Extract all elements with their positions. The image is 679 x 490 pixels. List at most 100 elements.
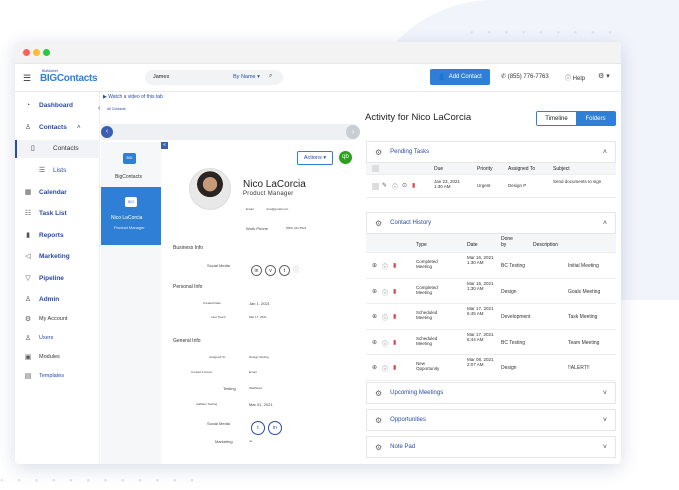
col-done-by[interactable]: Done by <box>501 236 515 248</box>
upcoming-meetings-header[interactable]: ⚙ Upcoming Meetings ˅ <box>366 382 616 404</box>
col-subject[interactable]: Subject <box>553 166 570 172</box>
table-row[interactable]: ✎ ⓘ ⊙ ▮ Jan 23, 2021 1:30 AM Urgent Desi… <box>366 175 616 198</box>
search-mode-select[interactable]: By Name ▾ <box>233 74 260 80</box>
row-checkbox[interactable] <box>372 183 379 190</box>
selected-contact-card[interactable]: BIG Nico LaCorcia Product Manager <box>101 187 161 245</box>
info-icon[interactable]: ⓘ <box>382 288 388 297</box>
actions-dropdown[interactable]: Actions ▾ <box>297 151 333 165</box>
logo[interactable]: BIGContacts <box>40 73 98 84</box>
search-bar[interactable]: James By Name ▾ ⌕ <box>145 70 283 85</box>
pending-tasks-header[interactable]: ⚙ Pending Tasks ˄ <box>366 141 616 163</box>
help-link[interactable]: ⓘ Help <box>565 73 585 82</box>
sidebar-item-contacts[interactable]: ♙ Contacts ˄ <box>23 120 81 134</box>
filter-icon: ▽ <box>25 275 31 282</box>
list-icon: ☰ <box>38 167 46 174</box>
maximize-dot[interactable] <box>43 49 50 56</box>
delete-icon[interactable]: ▮ <box>393 313 396 320</box>
vimeo-icon[interactable]: v <box>265 265 276 276</box>
sidebar-sub-label: Contacts <box>53 145 79 152</box>
info-icon[interactable]: ⓘ <box>382 339 388 348</box>
twitter-icon[interactable]: t <box>251 421 265 435</box>
settings-gear-icon[interactable]: ⚙ ▾ <box>598 72 610 80</box>
note-pad-header[interactable]: ⚙ Note Pad ˅ <box>366 436 616 458</box>
col-assigned-to[interactable]: Assigned To <box>508 166 535 172</box>
table-row[interactable]: ⊕ ⓘ ▮ Completed Meeting Mar 16, 2021 1:30 AM… <box>366 253 616 279</box>
complete-check-icon[interactable]: ⊙ <box>402 182 407 189</box>
sidebar-item-modules[interactable]: ▣ Modules <box>23 350 60 364</box>
personal-info-heading: Personal Info <box>173 284 203 290</box>
delete-icon[interactable]: ▮ <box>393 364 396 371</box>
back-chevron-icon[interactable]: ‹ <box>98 105 100 112</box>
watch-video-link[interactable]: ▶ Watch a video of this tab <box>103 94 163 100</box>
sidebar-item-templates[interactable]: ▤ Templates <box>23 369 64 383</box>
select-all-checkbox[interactable] <box>372 165 379 172</box>
email-value[interactable]: nico@gmail.com <box>266 207 288 211</box>
sidebar-item-dashboard[interactable]: ◔ Dashboard <box>23 98 73 112</box>
gear-icon: ⚙ <box>375 218 383 228</box>
sidebar-item-my-account[interactable]: ⚙ My Account <box>23 312 68 326</box>
phone-link[interactable]: ✆ (855) 776-7763 <box>501 73 549 80</box>
delete-icon[interactable]: ▮ <box>412 182 415 189</box>
col-priority[interactable]: Priority <box>477 166 493 172</box>
sidebar-item-admin[interactable]: ♙ Admin <box>23 292 59 306</box>
sidebar-item-contacts-sub[interactable]: ▯ Contacts <box>15 140 100 158</box>
table-row[interactable]: ⊕ ⓘ ▮ New Opportunity Mar 08, 2021 2:07 AM De… <box>366 355 616 381</box>
search-icon[interactable]: ⌕ <box>269 73 272 80</box>
contact-history-header[interactable]: ⚙ Contact History ˄ <box>366 212 616 234</box>
work-phone-value[interactable]: (555) 441 5521 <box>286 226 306 230</box>
zoom-icon[interactable]: ⊕ <box>372 364 377 371</box>
info-icon[interactable]: ⓘ <box>382 262 388 271</box>
sidebar-item-calendar[interactable]: ▦ Calendar <box>23 185 67 199</box>
col-description[interactable]: Description <box>533 242 558 248</box>
col-due[interactable]: Due <box>434 166 443 172</box>
general-info-heading: General Info <box>173 338 201 344</box>
activity-view-tabs: Timeline Folders <box>536 111 616 126</box>
sidebar-item-reports[interactable]: ▮ Reports <box>23 228 64 242</box>
next-contact-button[interactable]: › <box>346 125 360 139</box>
edit-icon[interactable]: ✎ <box>382 182 387 189</box>
company-name[interactable]: BigContacts <box>115 174 142 180</box>
zoom-icon[interactable]: ⊕ <box>372 288 377 295</box>
info-icon[interactable]: ⓘ <box>382 364 388 373</box>
sidebar-item-users[interactable]: ♙ Users <box>23 331 54 345</box>
col-type[interactable]: Type <box>416 242 427 248</box>
info-icon[interactable]: ⓘ <box>293 268 299 274</box>
linkedin-icon[interactable]: in <box>268 421 282 435</box>
table-row[interactable]: ⊕ ⓘ ▮ Scheduled Meeting Mar 17, 2021 6:45 AM… <box>366 304 616 330</box>
sidebar-item-pipeline[interactable]: ▽ Pipeline <box>23 271 64 285</box>
sidebar-item-task-list[interactable]: ☷ Task List <box>23 206 67 220</box>
sidebar-item-lists[interactable]: ☰ Lists <box>37 163 67 177</box>
all-contacts-link[interactable]: All Contacts <box>107 107 126 111</box>
tab-timeline[interactable]: Timeline <box>537 112 576 125</box>
delete-icon[interactable]: ▮ <box>393 288 396 295</box>
hamburger-icon[interactable]: ☰ <box>23 73 31 84</box>
sidebar-item-marketing[interactable]: ◁ Marketing <box>23 249 69 263</box>
dot-pattern-bottom: ● ● ● ● ● ● ● ● ● ● ● ● <box>0 478 200 484</box>
zoom-icon[interactable]: ⊕ <box>372 339 377 346</box>
search-input[interactable]: James <box>153 74 169 80</box>
info-icon[interactable]: ⓘ <box>382 313 388 322</box>
delete-icon[interactable]: ▮ <box>393 339 396 346</box>
linkedin-icon[interactable]: in <box>251 265 262 276</box>
table-row[interactable]: ⊕ ⓘ ▮ Scheduled Meeting Mar 17, 2021 6:44 AM… <box>366 330 616 355</box>
tab-folders[interactable]: Folders <box>576 112 615 125</box>
col-date[interactable]: Date <box>467 242 478 248</box>
collapse-column-icon[interactable]: « <box>161 142 168 149</box>
info-icon[interactable]: ⓘ <box>392 182 398 191</box>
minimize-dot[interactable] <box>33 49 40 56</box>
zoom-icon[interactable]: ⊕ <box>372 313 377 320</box>
opportunities-header[interactable]: ⚙ Opportunities ˅ <box>366 409 616 431</box>
testing-label: Testing <box>223 386 236 391</box>
table-row[interactable]: ⊕ ⓘ ▮ Completed Meeting Mar 16, 2021 1:30 AM… <box>366 279 616 304</box>
quickbooks-icon[interactable]: qb <box>339 151 352 164</box>
chevron-up-icon: ˄ <box>602 219 607 227</box>
cell-type: Completed Meeting <box>416 284 438 295</box>
prev-contact-button[interactable]: ‹ <box>101 126 113 138</box>
twitter-icon[interactable]: t <box>279 265 290 276</box>
close-dot[interactable] <box>23 49 30 56</box>
dot-pattern: ● ● ● ● ● ● ● ● ● <box>470 30 618 36</box>
add-contact-button[interactable]: 👤 Add Contact <box>430 69 490 85</box>
zoom-icon[interactable]: ⊕ <box>372 262 377 269</box>
delete-icon[interactable]: ▮ <box>393 262 396 269</box>
users-icon: ♙ <box>24 335 32 342</box>
